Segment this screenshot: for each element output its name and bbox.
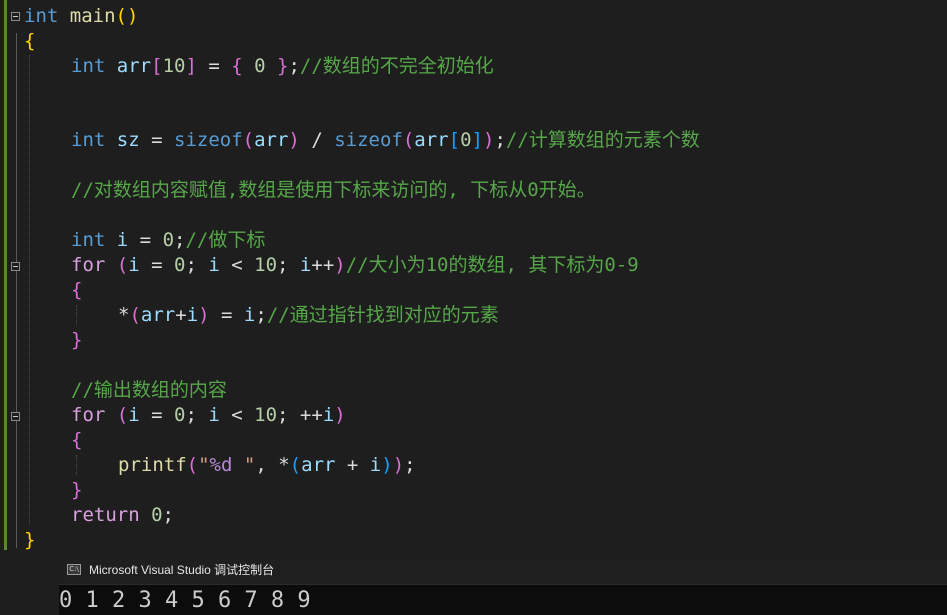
debug-console-window[interactable]: C:\ Microsoft Visual Studio 调试控制台 0 1 2 … — [59, 555, 947, 615]
fold-toggle-for-1-icon[interactable] — [11, 262, 20, 271]
code-line: int i = 0;//做下标 — [71, 229, 266, 251]
indent-guide — [29, 55, 30, 525]
indent-guide — [76, 455, 77, 475]
code-line: } — [24, 529, 36, 551]
code-line: { — [71, 429, 83, 451]
code-line: int main() — [24, 5, 139, 27]
code-line: for (i = 0; i < 10; ++i) — [71, 404, 346, 426]
console-title: Microsoft Visual Studio 调试控制台 — [89, 563, 275, 577]
code-line: //输出数组的内容 — [71, 379, 227, 401]
code-line: { — [71, 279, 83, 301]
code-line: } — [71, 479, 83, 501]
code-line: { — [24, 30, 36, 52]
code-line: int arr[10] = { 0 };//数组的不完全初始化 — [71, 55, 494, 77]
code-line: for (i = 0; i < 10; i++)//大小为10的数组, 其下标为… — [71, 254, 639, 276]
code-line: printf("%d ", *(arr + i)); — [118, 454, 416, 476]
code-line: } — [71, 329, 83, 351]
code-line: //对数组内容赋值,数组是使用下标来访问的, 下标从0开始。 — [71, 179, 596, 201]
code-line: *(arr+i) = i;//通过指针找到对应的元素 — [118, 304, 499, 326]
code-line: int sz = sizeof(arr) / sizeof(arr[0]);//… — [71, 129, 700, 151]
fold-toggle-for-2-icon[interactable] — [11, 412, 20, 421]
indent-guide — [76, 305, 77, 325]
fold-toggle-main-icon[interactable] — [11, 12, 20, 21]
change-tracking-bar — [4, 0, 7, 550]
console-app-icon: C:\ — [67, 564, 81, 575]
outline-fold-line — [16, 33, 17, 548]
code-line: return 0; — [71, 504, 174, 526]
console-output: 0 1 2 3 4 5 6 7 8 9 — [59, 588, 311, 613]
console-title-bar[interactable]: C:\ Microsoft Visual Studio 调试控制台 — [59, 555, 947, 585]
